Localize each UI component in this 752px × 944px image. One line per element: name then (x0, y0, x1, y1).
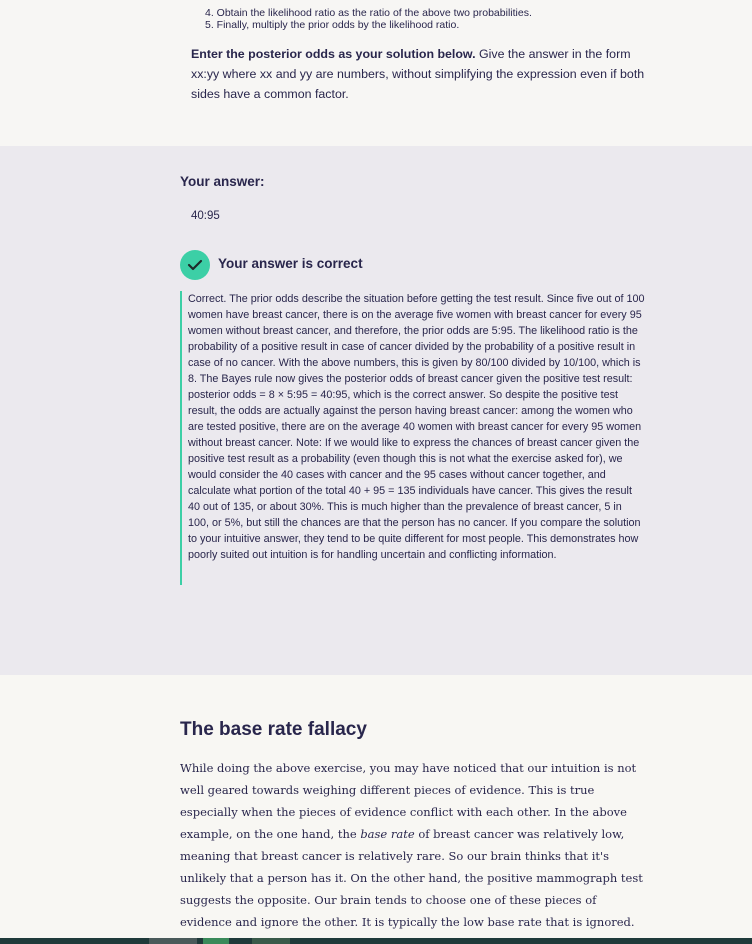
answer-status: Your answer is correct (218, 256, 363, 271)
nav-segment-2[interactable] (203, 938, 229, 944)
answer-prompt: Enter the posterior odds as your solutio… (191, 44, 646, 104)
section-paragraph: While doing the above exercise, you may … (180, 757, 648, 937)
prompt-bold: Enter the posterior odds as your solutio… (191, 47, 476, 61)
step-item-4: 4. Obtain the likelihood ratio as the ra… (205, 7, 532, 19)
paragraph-part-2: of breast cancer was relatively low, mea… (180, 827, 643, 929)
section-title: The base rate fallacy (180, 719, 367, 740)
bottom-navigation-bar[interactable] (0, 938, 752, 944)
answer-explanation: Correct. The prior odds describe the sit… (180, 291, 645, 585)
checkmark-icon (180, 250, 210, 280)
submitted-answer: 40:95 (191, 210, 220, 222)
step-list: 4. Obtain the likelihood ratio as the ra… (205, 7, 625, 31)
content-section: The base rate fallacy While doing the ab… (0, 675, 752, 944)
nav-segment-1[interactable] (149, 938, 197, 944)
exercise-instructions: 4. Obtain the likelihood ratio as the ra… (0, 0, 752, 146)
step-item-5: 5. Finally, multiply the prior odds by t… (205, 19, 460, 31)
paragraph-italic-term: base rate (360, 827, 415, 841)
nav-segment-3[interactable] (252, 938, 290, 944)
answer-panel: Your answer: 40:95 Your answer is correc… (0, 146, 752, 675)
your-answer-label: Your answer: (180, 174, 265, 189)
